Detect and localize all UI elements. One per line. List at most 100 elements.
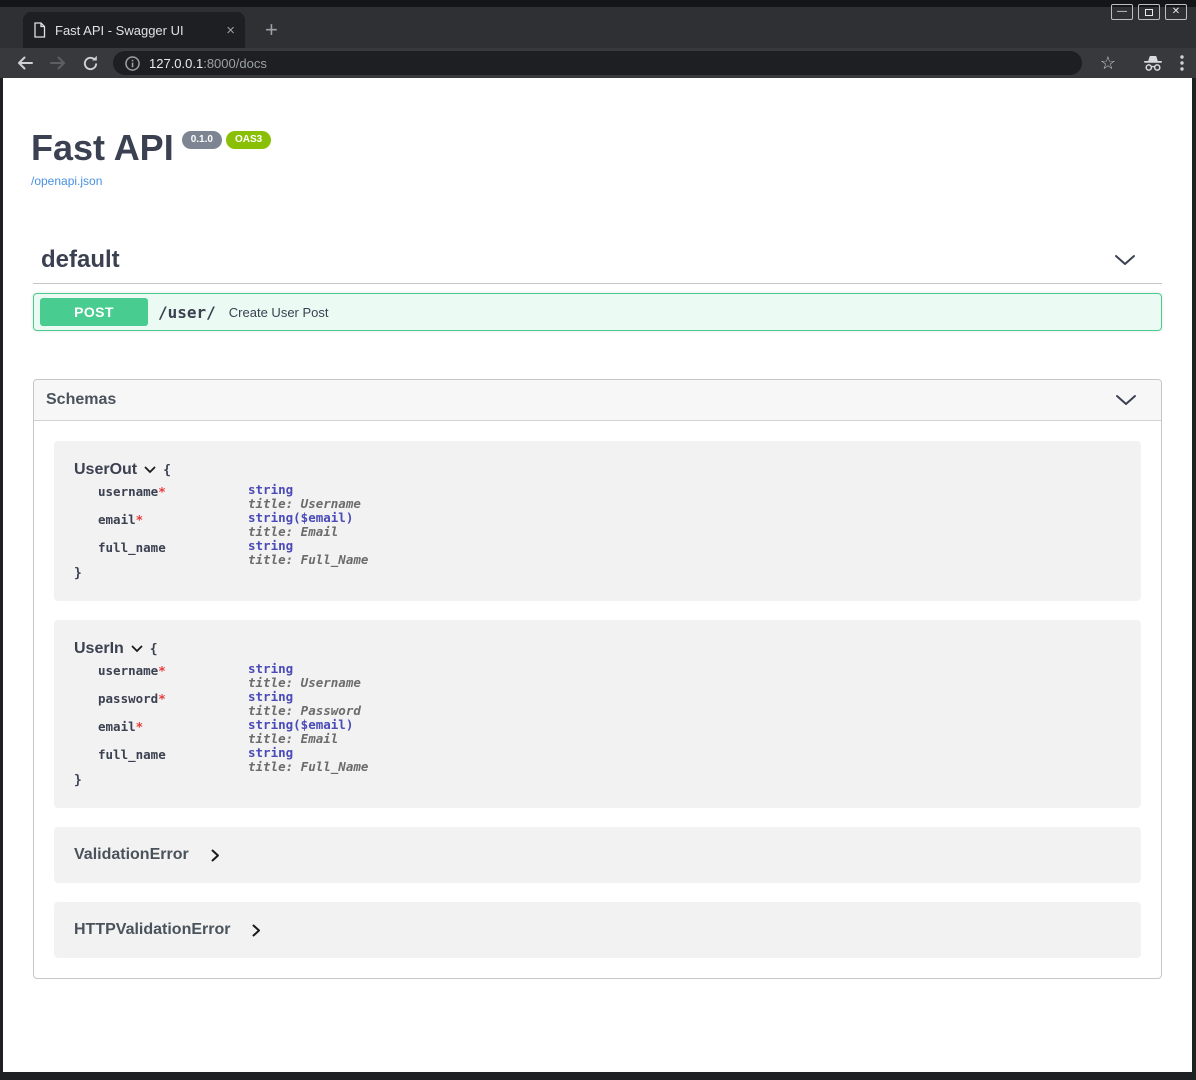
chevron-down-icon: [131, 645, 143, 653]
tab-title: Fast API - Swagger UI: [55, 23, 217, 38]
model-userin: UserIn { username* stringtitle: Username…: [54, 620, 1141, 808]
property-type: string: [248, 690, 361, 704]
model-name: HTTPValidationError: [74, 920, 230, 940]
chevron-down-icon: [144, 466, 156, 474]
default-tag-section: default POST /user/ Create User Post: [33, 246, 1162, 331]
property-detail: stringtitle: Password: [248, 690, 361, 718]
required-star: *: [158, 691, 166, 706]
open-brace: {: [163, 463, 171, 478]
property-row: username* stringtitle: Username: [98, 662, 1121, 690]
incognito-icon: [1142, 55, 1164, 72]
openapi-spec-link[interactable]: /openapi.json: [31, 174, 102, 188]
property-name-text: full_name: [98, 540, 166, 555]
property-name-text: email: [98, 512, 136, 527]
model-userout: UserOut { username* stringtitle: Usernam…: [54, 441, 1141, 601]
endpoint-summary: Create User Post: [229, 305, 329, 320]
version-badge: 0.1.0: [182, 131, 222, 149]
open-brace: {: [150, 642, 158, 657]
bookmark-star-icon[interactable]: ☆: [1100, 54, 1116, 72]
api-title: Fast API: [31, 127, 174, 168]
property-type: string: [248, 483, 361, 497]
property-detail: stringtitle: Username: [248, 483, 361, 511]
property-title: title: Full_Name: [248, 760, 368, 774]
close-button[interactable]: ✕: [1165, 4, 1187, 20]
property-detail: string($email)title: Email: [248, 718, 353, 746]
default-section-header[interactable]: default: [33, 246, 1162, 284]
reload-button[interactable]: [77, 55, 103, 72]
site-info-icon[interactable]: [125, 56, 140, 71]
property-name: email*: [98, 511, 248, 539]
property-title: title: Username: [248, 676, 361, 690]
maximize-button[interactable]: [1138, 4, 1160, 20]
model-name: UserOut: [74, 461, 137, 479]
property-title: title: Full_Name: [248, 553, 368, 567]
property-title: title: Username: [248, 497, 361, 511]
model-validationerror[interactable]: ValidationError: [54, 827, 1141, 883]
property-name: password*: [98, 690, 248, 718]
close-icon: ✕: [1172, 7, 1180, 17]
property-name: full_name: [98, 539, 248, 567]
oas3-badge: OAS3: [226, 131, 271, 149]
api-info: Fast API 0.1.0OAS3 /openapi.json: [3, 78, 1192, 190]
property-detail: stringtitle: Full_Name: [248, 539, 368, 567]
property-name-text: full_name: [98, 747, 166, 762]
property-row: email* string($email)title: Email: [98, 718, 1121, 746]
model-userout-toggle[interactable]: UserOut {: [74, 461, 1121, 479]
property-title: title: Email: [248, 525, 353, 539]
url-path: :8000/docs: [203, 56, 267, 71]
schemas-section: Schemas UserOut { username*: [33, 379, 1162, 979]
minimize-icon: —: [1117, 7, 1127, 17]
new-tab-button[interactable]: +: [265, 19, 278, 41]
schemas-title: Schemas: [46, 391, 116, 409]
back-button[interactable]: [12, 54, 38, 72]
property-name: full_name: [98, 746, 248, 774]
post-method-badge: POST: [40, 298, 148, 326]
schemas-body: UserOut { username* stringtitle: Usernam…: [34, 421, 1161, 978]
property-type: string: [248, 662, 361, 676]
chevron-down-icon[interactable]: [1115, 394, 1137, 406]
swagger-ui-page: Fast API 0.1.0OAS3 /openapi.json default …: [3, 78, 1192, 1072]
tab-close-icon[interactable]: ×: [226, 23, 235, 38]
chevron-right-icon: [252, 924, 261, 937]
forward-button[interactable]: [45, 54, 71, 72]
property-row: email* string($email)title: Email: [98, 511, 1121, 539]
property-type: string: [248, 746, 368, 760]
endpoint-path: /user/: [158, 303, 216, 322]
property-name-text: email: [98, 719, 136, 734]
property-type: string($email): [248, 511, 353, 525]
property-type: string: [248, 539, 368, 553]
property-list: username* stringtitle: Username email* s…: [98, 483, 1121, 567]
browser-tab[interactable]: Fast API - Swagger UI ×: [23, 12, 245, 48]
required-star: *: [158, 663, 166, 678]
window-frame-top: [0, 0, 1196, 7]
address-bar[interactable]: 127.0.0.1:8000/docs: [113, 51, 1082, 75]
property-row: username* stringtitle: Username: [98, 483, 1121, 511]
browser-toolbar: 127.0.0.1:8000/docs ☆: [0, 48, 1196, 78]
required-star: *: [136, 719, 144, 734]
browser-menu-icon[interactable]: [1180, 55, 1184, 71]
schemas-header[interactable]: Schemas: [34, 380, 1161, 421]
chevron-right-icon: [211, 849, 220, 862]
opblock-post-user[interactable]: POST /user/ Create User Post: [33, 293, 1162, 331]
property-detail: stringtitle: Full_Name: [248, 746, 368, 774]
close-brace: }: [74, 774, 1121, 788]
property-name: username*: [98, 662, 248, 690]
property-title: title: Email: [248, 732, 353, 746]
property-name-text: password: [98, 691, 158, 706]
property-title: title: Password: [248, 704, 361, 718]
property-name-text: username: [98, 663, 158, 678]
close-brace: }: [74, 567, 1121, 581]
model-userin-toggle[interactable]: UserIn {: [74, 640, 1121, 658]
required-star: *: [158, 484, 166, 499]
property-name-text: username: [98, 484, 158, 499]
model-httpvalidationerror[interactable]: HTTPValidationError: [54, 902, 1141, 958]
property-row: password* stringtitle: Password: [98, 690, 1121, 718]
property-name: username*: [98, 483, 248, 511]
property-detail: string($email)title: Email: [248, 511, 353, 539]
page-file-icon: [33, 22, 46, 38]
minimize-button[interactable]: —: [1111, 4, 1133, 20]
property-name: email*: [98, 718, 248, 746]
model-name: UserIn: [74, 640, 124, 658]
chevron-down-icon[interactable]: [1114, 254, 1136, 266]
tab-strip: Fast API - Swagger UI × + — ✕: [0, 7, 1196, 48]
